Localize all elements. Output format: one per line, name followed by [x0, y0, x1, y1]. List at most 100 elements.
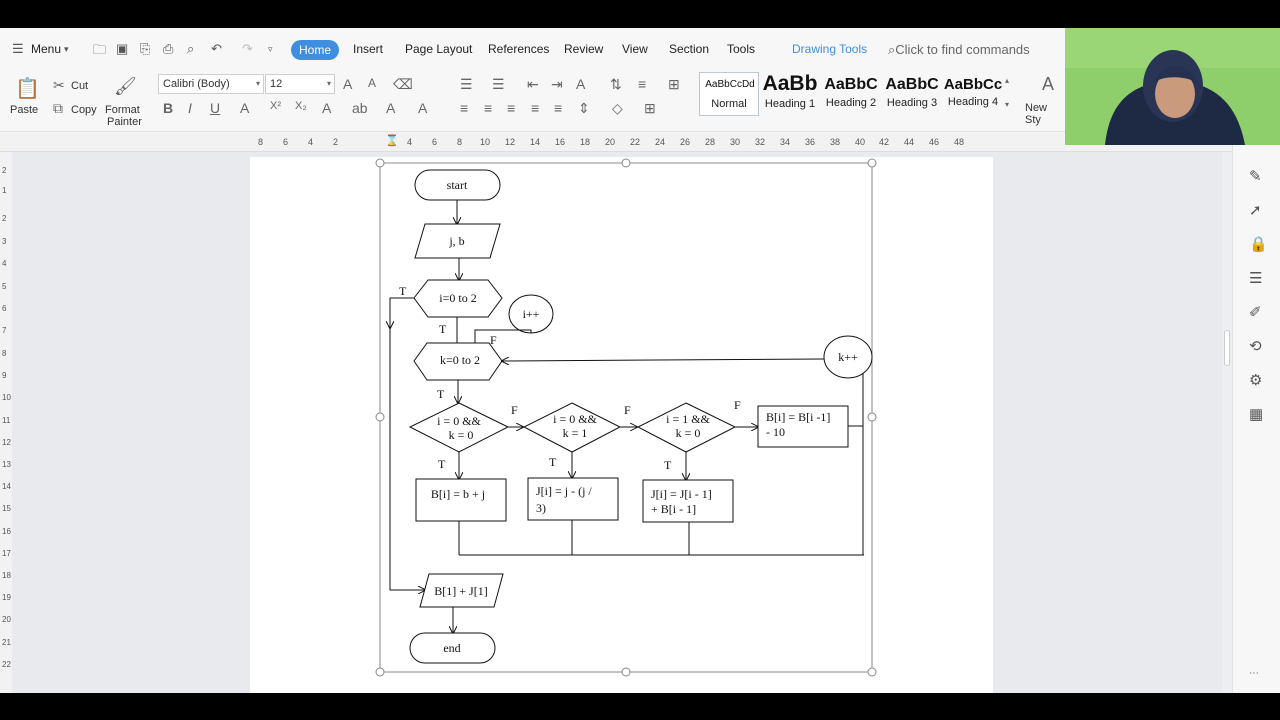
paste-icon[interactable]: 📋 — [15, 76, 40, 101]
cut-button[interactable]: Cut — [71, 80, 88, 92]
style-heading-1[interactable]: AaBb Heading 1 — [760, 72, 820, 116]
vruler-tick: 10 — [2, 393, 11, 402]
text-effect-icon[interactable]: A — [322, 100, 331, 116]
align-center-icon[interactable]: ≡ — [484, 100, 492, 116]
format-painter-label-2[interactable]: Painter — [107, 116, 142, 128]
clear-format-icon[interactable]: ⌫ — [393, 76, 413, 93]
new-style-icon[interactable]: A — [1042, 74, 1054, 95]
ruler-tick: 8 — [258, 137, 264, 147]
tab-home[interactable]: Home — [291, 40, 339, 60]
font-size-select[interactable]: 12 ▾ — [265, 74, 335, 94]
vruler-tick: 8 — [2, 349, 7, 358]
align-right-icon[interactable]: ≡ — [507, 100, 515, 116]
grow-font-icon[interactable]: A — [343, 76, 352, 92]
strikethrough-icon[interactable]: A — [240, 100, 249, 116]
bullets-icon[interactable]: ☰ — [460, 76, 473, 93]
vertical-ruler[interactable]: 2 1 2 3 4 5 6 7 8 9 10 11 12 13 14 15 16… — [0, 152, 12, 693]
settings-sliders-icon[interactable]: ⚙ — [1249, 371, 1262, 389]
ruler-tick: 14 — [530, 137, 541, 147]
justify-icon[interactable]: ≡ — [531, 100, 539, 116]
tab-view[interactable]: View — [622, 42, 648, 56]
ruler-tick: 18 — [580, 137, 591, 147]
bold-icon[interactable]: B — [163, 100, 173, 116]
font-name-select[interactable]: Calibri (Body) ▾ — [158, 74, 264, 94]
new-style-button[interactable]: New Sty — [1025, 102, 1065, 126]
ruler-tick: 28 — [705, 137, 716, 147]
styles-scroll-down-icon[interactable]: ▾ — [1005, 100, 1009, 109]
vertical-scrollbar[interactable] — [1222, 152, 1232, 693]
select-cursor-icon[interactable]: ➚ — [1249, 201, 1262, 219]
tab-tools[interactable]: Tools — [727, 42, 755, 56]
tab-references[interactable]: References — [488, 42, 549, 56]
align-left-icon[interactable]: ≡ — [460, 100, 468, 116]
text-direction-icon[interactable]: A — [576, 76, 585, 92]
line-spacing-icon[interactable]: ≡ — [638, 76, 646, 92]
superscript-icon[interactable]: X² — [270, 100, 281, 112]
style-heading-2-label: Heading 2 — [825, 97, 877, 109]
underline-icon[interactable]: U — [210, 100, 220, 116]
lock-icon[interactable]: 🔒 — [1249, 235, 1268, 253]
undo-icon[interactable]: ↶ — [211, 41, 222, 57]
edit-pen-icon[interactable]: ✎ — [1249, 167, 1262, 185]
sort-icon[interactable]: ⇅ — [610, 76, 622, 93]
ruler-tick: 46 — [929, 137, 940, 147]
save-icon[interactable]: ▣ — [116, 41, 128, 57]
style-heading-3[interactable]: AaBbC Heading 3 — [882, 72, 942, 116]
tab-review[interactable]: Review — [564, 42, 603, 56]
open-folder-icon[interactable]: 🗀 — [93, 41, 106, 63]
indent-marker-icon[interactable]: ⌛ — [385, 134, 399, 147]
redo-icon[interactable]: ↷ — [242, 41, 253, 57]
menu-button[interactable]: Menu — [31, 42, 61, 56]
customize-icon[interactable]: ▿ — [268, 44, 273, 55]
tab-insert[interactable]: Insert — [353, 42, 383, 56]
command-search[interactable]: ⌕Click to find commands — [888, 42, 1030, 58]
numbering-icon[interactable]: ☰ — [492, 76, 505, 93]
scrollbar-thumb[interactable] — [1224, 330, 1230, 366]
style-heading-4[interactable]: AaBbCc Heading 4 — [943, 72, 1003, 116]
tab-drawing-tools[interactable]: Drawing Tools — [792, 42, 867, 56]
print-preview-icon[interactable]: ⌕ — [187, 41, 194, 57]
styles-scroll-up-icon[interactable]: ▴ — [1005, 76, 1009, 85]
paste-button[interactable]: Paste — [10, 104, 38, 116]
hamburger-icon[interactable]: ☰ — [12, 41, 24, 57]
format-painter-label-1[interactable]: Format — [105, 104, 140, 116]
bottom-letterbox — [0, 693, 1280, 720]
more-icon[interactable]: ⋯ — [1249, 668, 1259, 679]
style-normal[interactable]: AaBbCcDd Normal — [699, 72, 759, 116]
print-icon[interactable]: ⎙ — [163, 41, 173, 57]
ruler-tick: 26 — [680, 137, 691, 147]
horizontal-ruler[interactable]: 8 6 4 2 ⌛ 4 6 8 10 12 14 16 18 20 22 24 … — [0, 132, 1232, 152]
distribute-icon[interactable]: ≡ — [554, 100, 562, 116]
copy-button[interactable]: Copy — [71, 104, 97, 116]
copy-icon[interactable]: ⧉ — [53, 100, 63, 117]
highlight-icon[interactable]: ab — [352, 100, 368, 116]
tab-section[interactable]: Section — [669, 42, 709, 56]
decrease-indent-icon[interactable]: ⇤ — [527, 76, 539, 93]
webcam-overlay — [1065, 28, 1280, 145]
design-icon[interactable]: ✐ — [1249, 303, 1262, 321]
history-icon[interactable]: ⟲ — [1249, 337, 1262, 355]
shading-icon[interactable]: ◇ — [612, 100, 623, 117]
style-heading-3-preview: AaBbC — [885, 76, 939, 93]
table-borders-icon[interactable]: ⊞ — [644, 100, 656, 117]
document-page[interactable] — [250, 157, 993, 693]
ruler-tick: 34 — [780, 137, 791, 147]
char-shading-icon[interactable]: A — [418, 100, 427, 116]
borders-icon[interactable]: ⊞ — [668, 76, 680, 93]
chevron-down-icon[interactable]: ▾ — [64, 44, 69, 55]
shrink-font-icon[interactable]: A — [368, 76, 376, 90]
outline-icon[interactable]: ☰ — [1249, 269, 1262, 287]
paragraph-spacing-icon[interactable]: ⇕ — [578, 100, 590, 117]
tab-page-layout[interactable]: Page Layout — [405, 42, 472, 56]
style-heading-2[interactable]: AaBbC Heading 2 — [821, 72, 881, 116]
subscript-icon[interactable]: X₂ — [295, 100, 307, 112]
ruler-tick: 48 — [954, 137, 965, 147]
font-color-icon[interactable]: A — [386, 100, 395, 116]
format-painter-icon[interactable]: 🖌 — [114, 76, 137, 97]
increase-indent-icon[interactable]: ⇥ — [551, 76, 563, 93]
layout-icon[interactable]: ▦ — [1249, 405, 1263, 423]
export-icon[interactable]: ⎘ — [140, 41, 150, 57]
italic-icon[interactable]: I — [188, 100, 192, 116]
cut-icon[interactable]: ✂ — [53, 77, 65, 94]
ruler-tick: 2 — [333, 137, 339, 147]
